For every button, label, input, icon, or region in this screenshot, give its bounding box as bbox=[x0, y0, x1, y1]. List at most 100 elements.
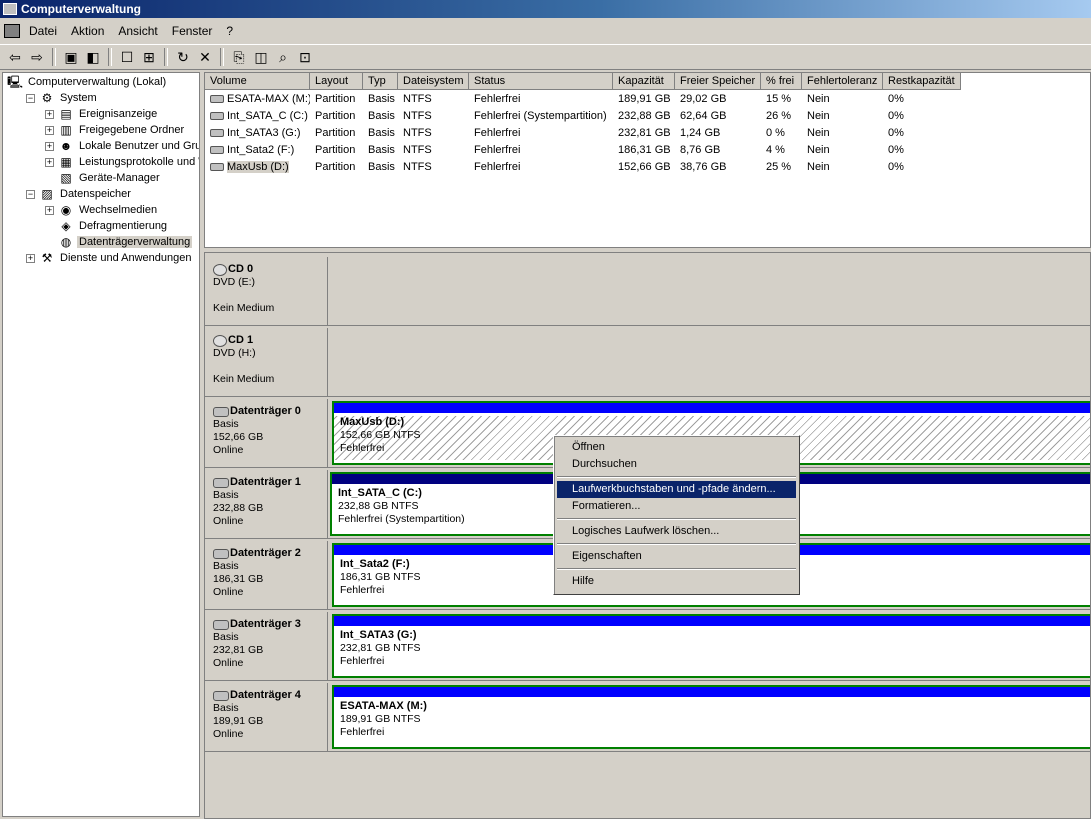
expand-icon[interactable]: + bbox=[45, 157, 54, 167]
column-header[interactable]: Restkapazität bbox=[883, 73, 961, 90]
column-header[interactable]: Freier Speicher bbox=[675, 73, 761, 90]
system-icon: ⚙ bbox=[41, 91, 53, 105]
tree-item-label: Wechselmedien bbox=[79, 204, 158, 216]
collapse-icon[interactable]: − bbox=[26, 189, 35, 199]
expand-icon[interactable]: + bbox=[26, 253, 35, 263]
disk-label[interactable]: Datenträger 4 Basis 189,91 GB Online bbox=[205, 683, 328, 752]
collapse-icon[interactable]: − bbox=[26, 93, 35, 103]
tree-item[interactable]: ▧ Geräte-Manager bbox=[45, 170, 162, 186]
table-cell: NTFS bbox=[403, 161, 432, 173]
tree-item[interactable]: + ⚒ Dienste und Anwendungen bbox=[26, 250, 194, 266]
window-title: Computerverwaltung bbox=[21, 2, 142, 16]
delete-icon: ✕ bbox=[199, 48, 211, 65]
toolbar-separator bbox=[164, 48, 168, 66]
disk-info: 186,31 GB bbox=[213, 573, 264, 585]
column-header[interactable]: Dateisystem bbox=[398, 73, 469, 90]
column-header[interactable]: Layout bbox=[310, 73, 363, 90]
refresh-button[interactable]: ↻ bbox=[172, 47, 194, 67]
export-button[interactable]: ⊞ bbox=[138, 47, 160, 67]
disk-row[interactable]: Datenträger 4 Basis 189,91 GB Online ESATA-M… bbox=[205, 683, 1090, 754]
volume-name: MaxUsb (D:) bbox=[227, 161, 289, 173]
connect-button[interactable]: ⎘ bbox=[228, 47, 250, 67]
table-row[interactable]: Int_SATA_C (C:) Partition Basis NTFS Fehlerf… bbox=[205, 108, 1090, 125]
partition-block[interactable]: ESATA-MAX (M:) 189,91 GB NTFS Fehlerfrei bbox=[332, 685, 1090, 749]
column-header[interactable]: Fehlertoleranz bbox=[802, 73, 883, 90]
disk-info: Online bbox=[213, 657, 244, 669]
tree-item[interactable]: + ◉ Wechselmedien bbox=[45, 202, 159, 218]
toolbar-separator bbox=[220, 48, 224, 66]
disk-label[interactable]: CD 0 DVD (E:) Kein Medium bbox=[205, 257, 328, 326]
forward-button[interactable]: ⇨ bbox=[26, 47, 48, 67]
column-header[interactable]: Typ bbox=[363, 73, 398, 90]
context-menu-item[interactable]: Laufwerkbuchstaben und -pfade ändern... bbox=[557, 481, 796, 498]
context-menu-item[interactable]: Öffnen bbox=[557, 439, 796, 456]
disk-name-text: CD 0 bbox=[228, 263, 254, 275]
partition-block[interactable]: Int_SATA3 (G:) 232,81 GB NTFS Fehlerfrei bbox=[332, 614, 1090, 678]
expand-icon[interactable]: + bbox=[45, 205, 54, 215]
partition-text: Int_SATA3 (G:) 232,81 GB NTFS Fehlerfrei bbox=[334, 629, 1090, 668]
context-menu-item[interactable]: Logisches Laufwerk löschen... bbox=[557, 523, 796, 540]
context-menu-item[interactable]: Eigenschaften bbox=[557, 548, 796, 565]
context-menu-item[interactable]: Durchsuchen bbox=[557, 456, 796, 473]
menu-help[interactable]: ? bbox=[219, 24, 240, 38]
disk-info: Kein Medium bbox=[213, 373, 275, 385]
up-folder-button[interactable]: ▣ bbox=[60, 47, 82, 67]
disk-label[interactable]: Datenträger 1 Basis 232,88 GB Online bbox=[205, 470, 328, 539]
tree-item[interactable]: + ▦ Leistungsprotokolle und Warnungen bbox=[45, 154, 199, 170]
navigation-tree[interactable]: 🖳 Computerverwaltung (Lokal) − ⚙ System + ▤ Ere… bbox=[2, 72, 200, 817]
column-header[interactable]: % frei bbox=[761, 73, 802, 90]
column-header[interactable]: Status bbox=[469, 73, 613, 90]
disk-info: 189,91 GB bbox=[213, 715, 264, 727]
table-row[interactable]: MaxUsb (D:) Partition Basis NTFS Fehlerfrei 1… bbox=[205, 159, 1090, 176]
tree-item[interactable]: + ☻ Lokale Benutzer und Gruppen bbox=[45, 138, 199, 154]
tree-item[interactable]: − ▨ Datenspeicher bbox=[26, 186, 133, 202]
context-menu-item[interactable]: Formatieren... bbox=[557, 498, 796, 515]
tree-item[interactable]: + ▥ Freigegebene Ordner bbox=[45, 122, 186, 138]
expand-icon[interactable]: + bbox=[45, 109, 54, 119]
disk-label[interactable]: Datenträger 2 Basis 186,31 GB Online bbox=[205, 541, 328, 610]
disk-area: Int_SATA3 (G:) 232,81 GB NTFS Fehlerfrei bbox=[328, 612, 1090, 681]
disk-row[interactable]: Datenträger 3 Basis 232,81 GB Online Int_SAT… bbox=[205, 612, 1090, 683]
disk-info: Online bbox=[213, 515, 244, 527]
disk-info: DVD (H:) bbox=[213, 347, 256, 359]
hard-disk-icon bbox=[213, 477, 229, 488]
volume-list[interactable]: Volume Layout Typ Dateisystem Status Kapazitä… bbox=[204, 72, 1091, 248]
context-menu-item[interactable]: Hilfe bbox=[557, 573, 796, 590]
expand-icon[interactable]: + bbox=[45, 141, 54, 151]
properties-button[interactable]: ☐ bbox=[116, 47, 138, 67]
menu-aktion[interactable]: Aktion bbox=[64, 24, 111, 38]
partition-name: Int_SATA3 (G:) bbox=[340, 629, 417, 641]
menu-fenster[interactable]: Fenster bbox=[165, 24, 220, 38]
tree-item[interactable]: + ▤ Ereignisanzeige bbox=[45, 106, 159, 122]
show-tree-button[interactable]: ◧ bbox=[82, 47, 104, 67]
menu-datei[interactable]: Datei bbox=[22, 24, 64, 38]
delete-button[interactable]: ✕ bbox=[194, 47, 216, 67]
tree-item[interactable]: ◍ Datenträgerverwaltung bbox=[45, 234, 193, 250]
column-header[interactable]: Kapazität bbox=[613, 73, 675, 90]
table-row[interactable]: Int_Sata2 (F:) Partition Basis NTFS Fehlerfr… bbox=[205, 142, 1090, 159]
mdi-system-icon[interactable] bbox=[4, 24, 20, 38]
title-bar: Computerverwaltung bbox=[0, 0, 1091, 18]
tree-item[interactable]: ◈ Defragmentierung bbox=[45, 218, 169, 234]
expand-icon[interactable]: + bbox=[45, 125, 54, 135]
disk-row[interactable]: CD 0 DVD (E:) Kein Medium bbox=[205, 257, 1090, 328]
find-button[interactable]: ⌕ bbox=[272, 47, 294, 67]
column-header[interactable]: Volume bbox=[205, 73, 310, 90]
table-cell: 0% bbox=[888, 93, 904, 105]
disk-label[interactable]: Datenträger 0 Basis 152,66 GB Online bbox=[205, 399, 328, 468]
table-row[interactable]: ESATA-MAX (M:) Partition Basis NTFS Fehlerfr… bbox=[205, 91, 1090, 108]
table-row[interactable]: Int_SATA3 (G:) Partition Basis NTFS Fehlerfr… bbox=[205, 125, 1090, 142]
back-button[interactable]: ⇦ bbox=[4, 47, 26, 67]
tree-item[interactable]: − ⚙ System bbox=[26, 90, 99, 106]
disk-label[interactable]: Datenträger 3 Basis 232,81 GB Online bbox=[205, 612, 328, 681]
help-button[interactable]: ⊡ bbox=[294, 47, 316, 67]
disk-label[interactable]: CD 1 DVD (H:) Kein Medium bbox=[205, 328, 328, 397]
tree-item-label: Ereignisanzeige bbox=[79, 108, 158, 120]
disk-info: Online bbox=[213, 444, 244, 456]
open-button[interactable]: ◫ bbox=[250, 47, 272, 67]
menu-ansicht[interactable]: Ansicht bbox=[111, 24, 164, 38]
disk-info bbox=[213, 360, 327, 373]
table-cell: 0 % bbox=[766, 127, 785, 139]
tree-item[interactable]: 🖳 Computerverwaltung (Lokal) bbox=[7, 74, 168, 90]
disk-row[interactable]: CD 1 DVD (H:) Kein Medium bbox=[205, 328, 1090, 399]
